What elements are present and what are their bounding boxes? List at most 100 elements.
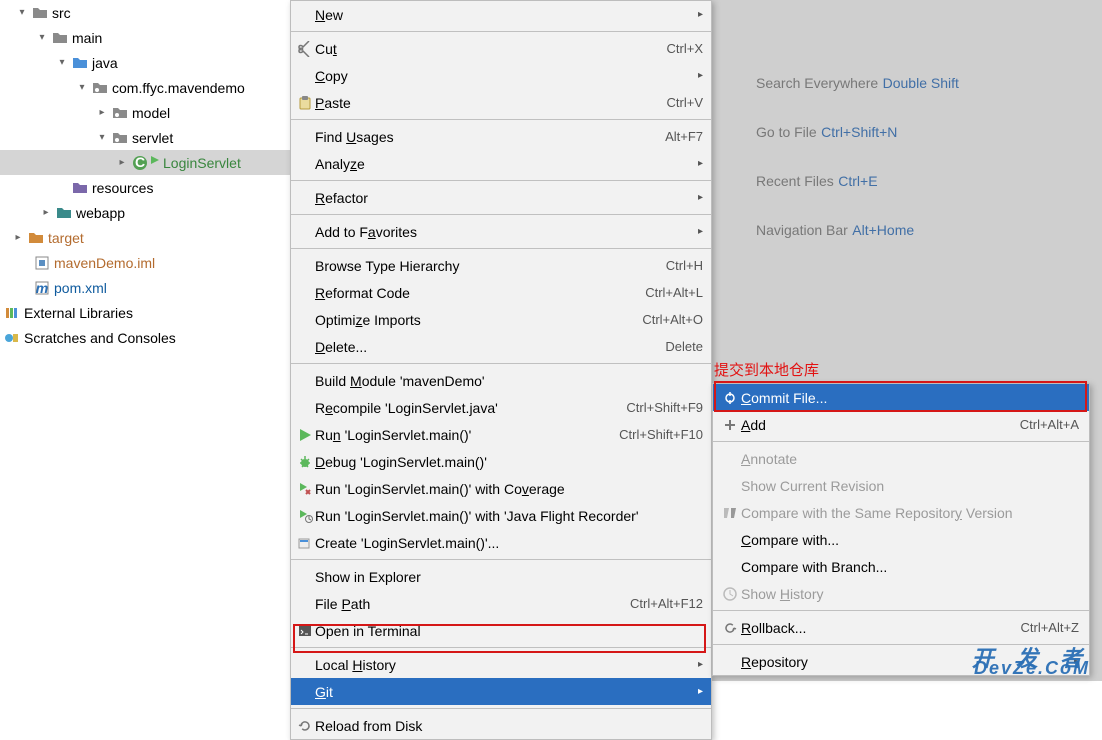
watermark-en: DevZe.CoM bbox=[974, 658, 1090, 679]
menu-git[interactable]: Git▸ bbox=[291, 678, 711, 705]
submenu-annotate: Annotate bbox=[713, 445, 1089, 472]
profile-icon bbox=[295, 508, 315, 524]
libraries-icon bbox=[3, 305, 21, 321]
folder-icon bbox=[71, 55, 89, 71]
menu-find-usages[interactable]: Find UsagesAlt+F7 bbox=[291, 123, 711, 150]
submenu-compare-same: Compare with the Same Repository Version bbox=[713, 499, 1089, 526]
tree-label: External Libraries bbox=[24, 305, 133, 321]
chevron-down-icon: ▾ bbox=[76, 82, 88, 93]
commit-icon bbox=[719, 390, 741, 406]
tree-label: src bbox=[52, 5, 71, 21]
folder-icon bbox=[27, 230, 45, 246]
menu-refactor[interactable]: Refactor▸ bbox=[291, 184, 711, 211]
menu-coverage[interactable]: Run 'LoginServlet.main()' with Coverage bbox=[291, 475, 711, 502]
menu-analyze[interactable]: Analyze▸ bbox=[291, 150, 711, 177]
menu-optimize-imports[interactable]: Optimize ImportsCtrl+Alt+O bbox=[291, 306, 711, 333]
class-icon: C bbox=[131, 155, 149, 171]
tree-item-src[interactable]: ▾ src bbox=[0, 0, 290, 25]
tree-item-loginservlet[interactable]: ▸ C LoginServlet bbox=[0, 150, 290, 175]
menu-browse-hierarchy[interactable]: Browse Type HierarchyCtrl+H bbox=[291, 252, 711, 279]
tree-label: pom.xml bbox=[54, 280, 107, 296]
menu-recompile[interactable]: Recompile 'LoginServlet.java'Ctrl+Shift+… bbox=[291, 394, 711, 421]
create-config-icon bbox=[295, 535, 315, 551]
package-icon bbox=[111, 105, 129, 121]
submenu-compare-with[interactable]: Compare with... bbox=[713, 526, 1089, 553]
tree-label: servlet bbox=[132, 130, 173, 146]
folder-icon bbox=[51, 30, 69, 46]
submenu-compare-branch[interactable]: Compare with Branch... bbox=[713, 553, 1089, 580]
hint-goto-file: Go to File Ctrl+Shift+N bbox=[756, 119, 1102, 146]
menu-delete[interactable]: Delete...Delete bbox=[291, 333, 711, 360]
chevron-down-icon: ▾ bbox=[56, 57, 68, 68]
rollback-icon bbox=[719, 620, 741, 636]
submenu-rollback[interactable]: Rollback...Ctrl+Alt+Z bbox=[713, 614, 1089, 641]
tree-item-main[interactable]: ▾ main bbox=[0, 25, 290, 50]
tree-item-webapp[interactable]: ▸ webapp bbox=[0, 200, 290, 225]
compare-icon bbox=[719, 505, 741, 521]
chevron-right-icon: ▸ bbox=[40, 207, 52, 218]
tree-item-resources[interactable]: ▸ resources bbox=[0, 175, 290, 200]
coverage-icon bbox=[295, 481, 315, 497]
tree-item-target[interactable]: ▸ target bbox=[0, 225, 290, 250]
annotation-commit: 提交到本地仓库 bbox=[714, 359, 819, 380]
submenu-show-revision: Show Current Revision bbox=[713, 472, 1089, 499]
tree-label: resources bbox=[92, 180, 153, 196]
history-icon bbox=[719, 586, 741, 602]
tree-label: java bbox=[92, 55, 118, 71]
chevron-down-icon: ▾ bbox=[36, 32, 48, 43]
package-icon bbox=[91, 80, 109, 96]
tree-label: model bbox=[132, 105, 170, 121]
folder-icon bbox=[31, 5, 49, 21]
tree-label: main bbox=[72, 30, 102, 46]
menu-paste[interactable]: PasteCtrl+V bbox=[291, 89, 711, 116]
tree-label: target bbox=[48, 230, 84, 246]
menu-create-run[interactable]: Create 'LoginServlet.main()'... bbox=[291, 529, 711, 556]
context-menu: NNewew▸ CutCtrl+X Copy▸ PasteCtrl+V Find… bbox=[290, 0, 712, 740]
tree-item-package[interactable]: ▾ com.ffyc.mavendemo bbox=[0, 75, 290, 100]
menu-show-explorer[interactable]: Show in Explorer bbox=[291, 563, 711, 590]
hint-search-everywhere: Search Everywhere Double Shift bbox=[756, 70, 1102, 97]
svg-text:m: m bbox=[36, 280, 48, 296]
tree-label: webapp bbox=[76, 205, 125, 221]
module-file-icon bbox=[33, 255, 51, 271]
hint-recent-files: Recent Files Ctrl+E bbox=[756, 168, 1102, 195]
menu-reload[interactable]: Reload from Disk bbox=[291, 712, 711, 739]
tree-item-model[interactable]: ▸ model bbox=[0, 100, 290, 125]
tree-item-iml[interactable]: mavenDemo.iml bbox=[0, 250, 290, 275]
hint-nav-bar: Navigation Bar Alt+Home bbox=[756, 217, 1102, 244]
menu-new[interactable]: NNewew▸ bbox=[291, 1, 711, 28]
scratches-icon bbox=[3, 330, 21, 346]
maven-file-icon: m bbox=[33, 280, 51, 296]
tree-item-servlet[interactable]: ▾ servlet bbox=[0, 125, 290, 150]
menu-copy[interactable]: Copy▸ bbox=[291, 62, 711, 89]
chevron-down-icon: ▾ bbox=[96, 132, 108, 143]
tree-item-java[interactable]: ▾ java bbox=[0, 50, 290, 75]
tree-item-scratch[interactable]: Scratches and Consoles bbox=[0, 325, 290, 350]
submenu-commit[interactable]: Commit File... bbox=[713, 384, 1089, 411]
git-submenu: Commit File... AddCtrl+Alt+A Annotate Sh… bbox=[712, 383, 1090, 676]
chevron-down-icon: ▾ bbox=[16, 7, 28, 18]
menu-build-module[interactable]: Build Module 'mavenDemo' bbox=[291, 367, 711, 394]
terminal-icon bbox=[295, 623, 315, 639]
menu-add-favorites[interactable]: Add to Favorites▸ bbox=[291, 218, 711, 245]
menu-local-history[interactable]: Local History▸ bbox=[291, 651, 711, 678]
chevron-right-icon: ▸ bbox=[12, 232, 24, 243]
tree-item-pom[interactable]: m pom.xml bbox=[0, 275, 290, 300]
cut-icon bbox=[295, 41, 315, 57]
menu-jfr[interactable]: Run 'LoginServlet.main()' with 'Java Fli… bbox=[291, 502, 711, 529]
submenu-add[interactable]: AddCtrl+Alt+A bbox=[713, 411, 1089, 438]
tree-label: mavenDemo.iml bbox=[54, 255, 155, 271]
paste-icon bbox=[295, 95, 315, 111]
add-icon bbox=[719, 417, 741, 433]
menu-reformat[interactable]: Reformat CodeCtrl+Alt+L bbox=[291, 279, 711, 306]
tree-label: Scratches and Consoles bbox=[24, 330, 176, 346]
tree-label: com.ffyc.mavendemo bbox=[112, 80, 245, 96]
menu-cut[interactable]: CutCtrl+X bbox=[291, 35, 711, 62]
menu-open-terminal[interactable]: Open in Terminal bbox=[291, 617, 711, 644]
debug-icon bbox=[295, 454, 315, 470]
tree-item-extlib[interactable]: External Libraries bbox=[0, 300, 290, 325]
reload-icon bbox=[295, 718, 315, 734]
menu-debug[interactable]: Debug 'LoginServlet.main()' bbox=[291, 448, 711, 475]
menu-run[interactable]: Run 'LoginServlet.main()'Ctrl+Shift+F10 bbox=[291, 421, 711, 448]
menu-file-path[interactable]: File PathCtrl+Alt+F12 bbox=[291, 590, 711, 617]
